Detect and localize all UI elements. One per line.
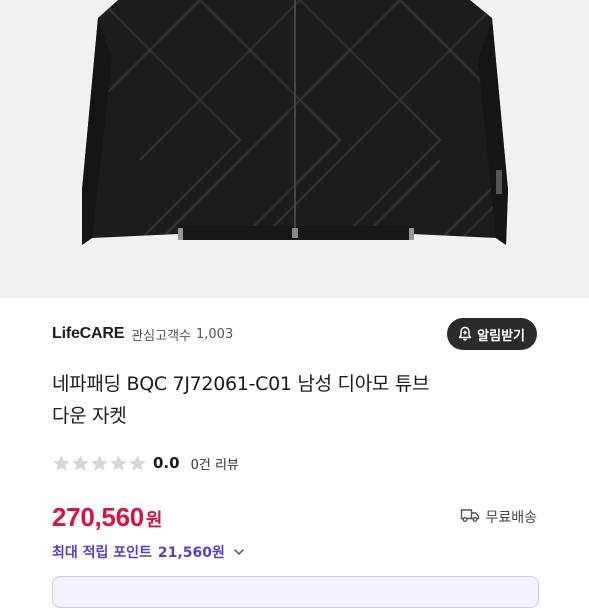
shipping-info: 무료배송 <box>460 507 537 527</box>
bell-plus-icon <box>457 326 473 342</box>
product-title: 네파패딩 BQC 7J72061-C01 남성 디아모 튜브 다운 자켓 <box>52 368 552 432</box>
star-icon <box>91 454 108 471</box>
notify-button[interactable]: 알림받기 <box>447 318 537 350</box>
chevron-down-icon[interactable] <box>230 543 248 561</box>
follower-count: 1,003 <box>196 326 234 342</box>
shipping-label: 무료배송 <box>485 510 537 526</box>
price-value: 270,560 <box>52 501 144 532</box>
truck-icon <box>460 507 480 527</box>
star-icon <box>72 454 89 471</box>
product-title-line1: 네파패딩 BQC 7J72061-C01 남성 디아모 튜브 <box>52 373 430 395</box>
rating-score: 0.0 <box>153 454 180 472</box>
points-label: 최대 적립 포인트 <box>52 545 152 561</box>
product-image[interactable] <box>0 0 589 298</box>
points-row[interactable]: 최대 적립 포인트 21,560원 <box>52 540 248 564</box>
price-row: 270,560 원 무료배송 <box>52 500 537 534</box>
star-rating <box>52 454 147 473</box>
points-value: 21,560원 <box>157 545 225 561</box>
star-icon <box>53 454 70 471</box>
notify-button-label: 알림받기 <box>477 328 525 344</box>
seller-row: LifeCARE 관심고객수 1,003 알림받기 <box>52 317 537 351</box>
star-icon <box>110 454 127 471</box>
jacket-illustration <box>82 0 508 245</box>
seller-name[interactable]: LifeCARE <box>52 325 124 343</box>
rating-row[interactable]: 0.0 0건 리뷰 <box>52 452 239 474</box>
promo-banner[interactable] <box>52 576 539 608</box>
product-title-line2: 다운 자켓 <box>52 405 127 427</box>
price-unit: 원 <box>145 509 163 531</box>
follower-label: 관심고객수 <box>131 328 191 344</box>
star-icon <box>129 454 146 471</box>
review-count[interactable]: 0건 리뷰 <box>191 454 239 473</box>
